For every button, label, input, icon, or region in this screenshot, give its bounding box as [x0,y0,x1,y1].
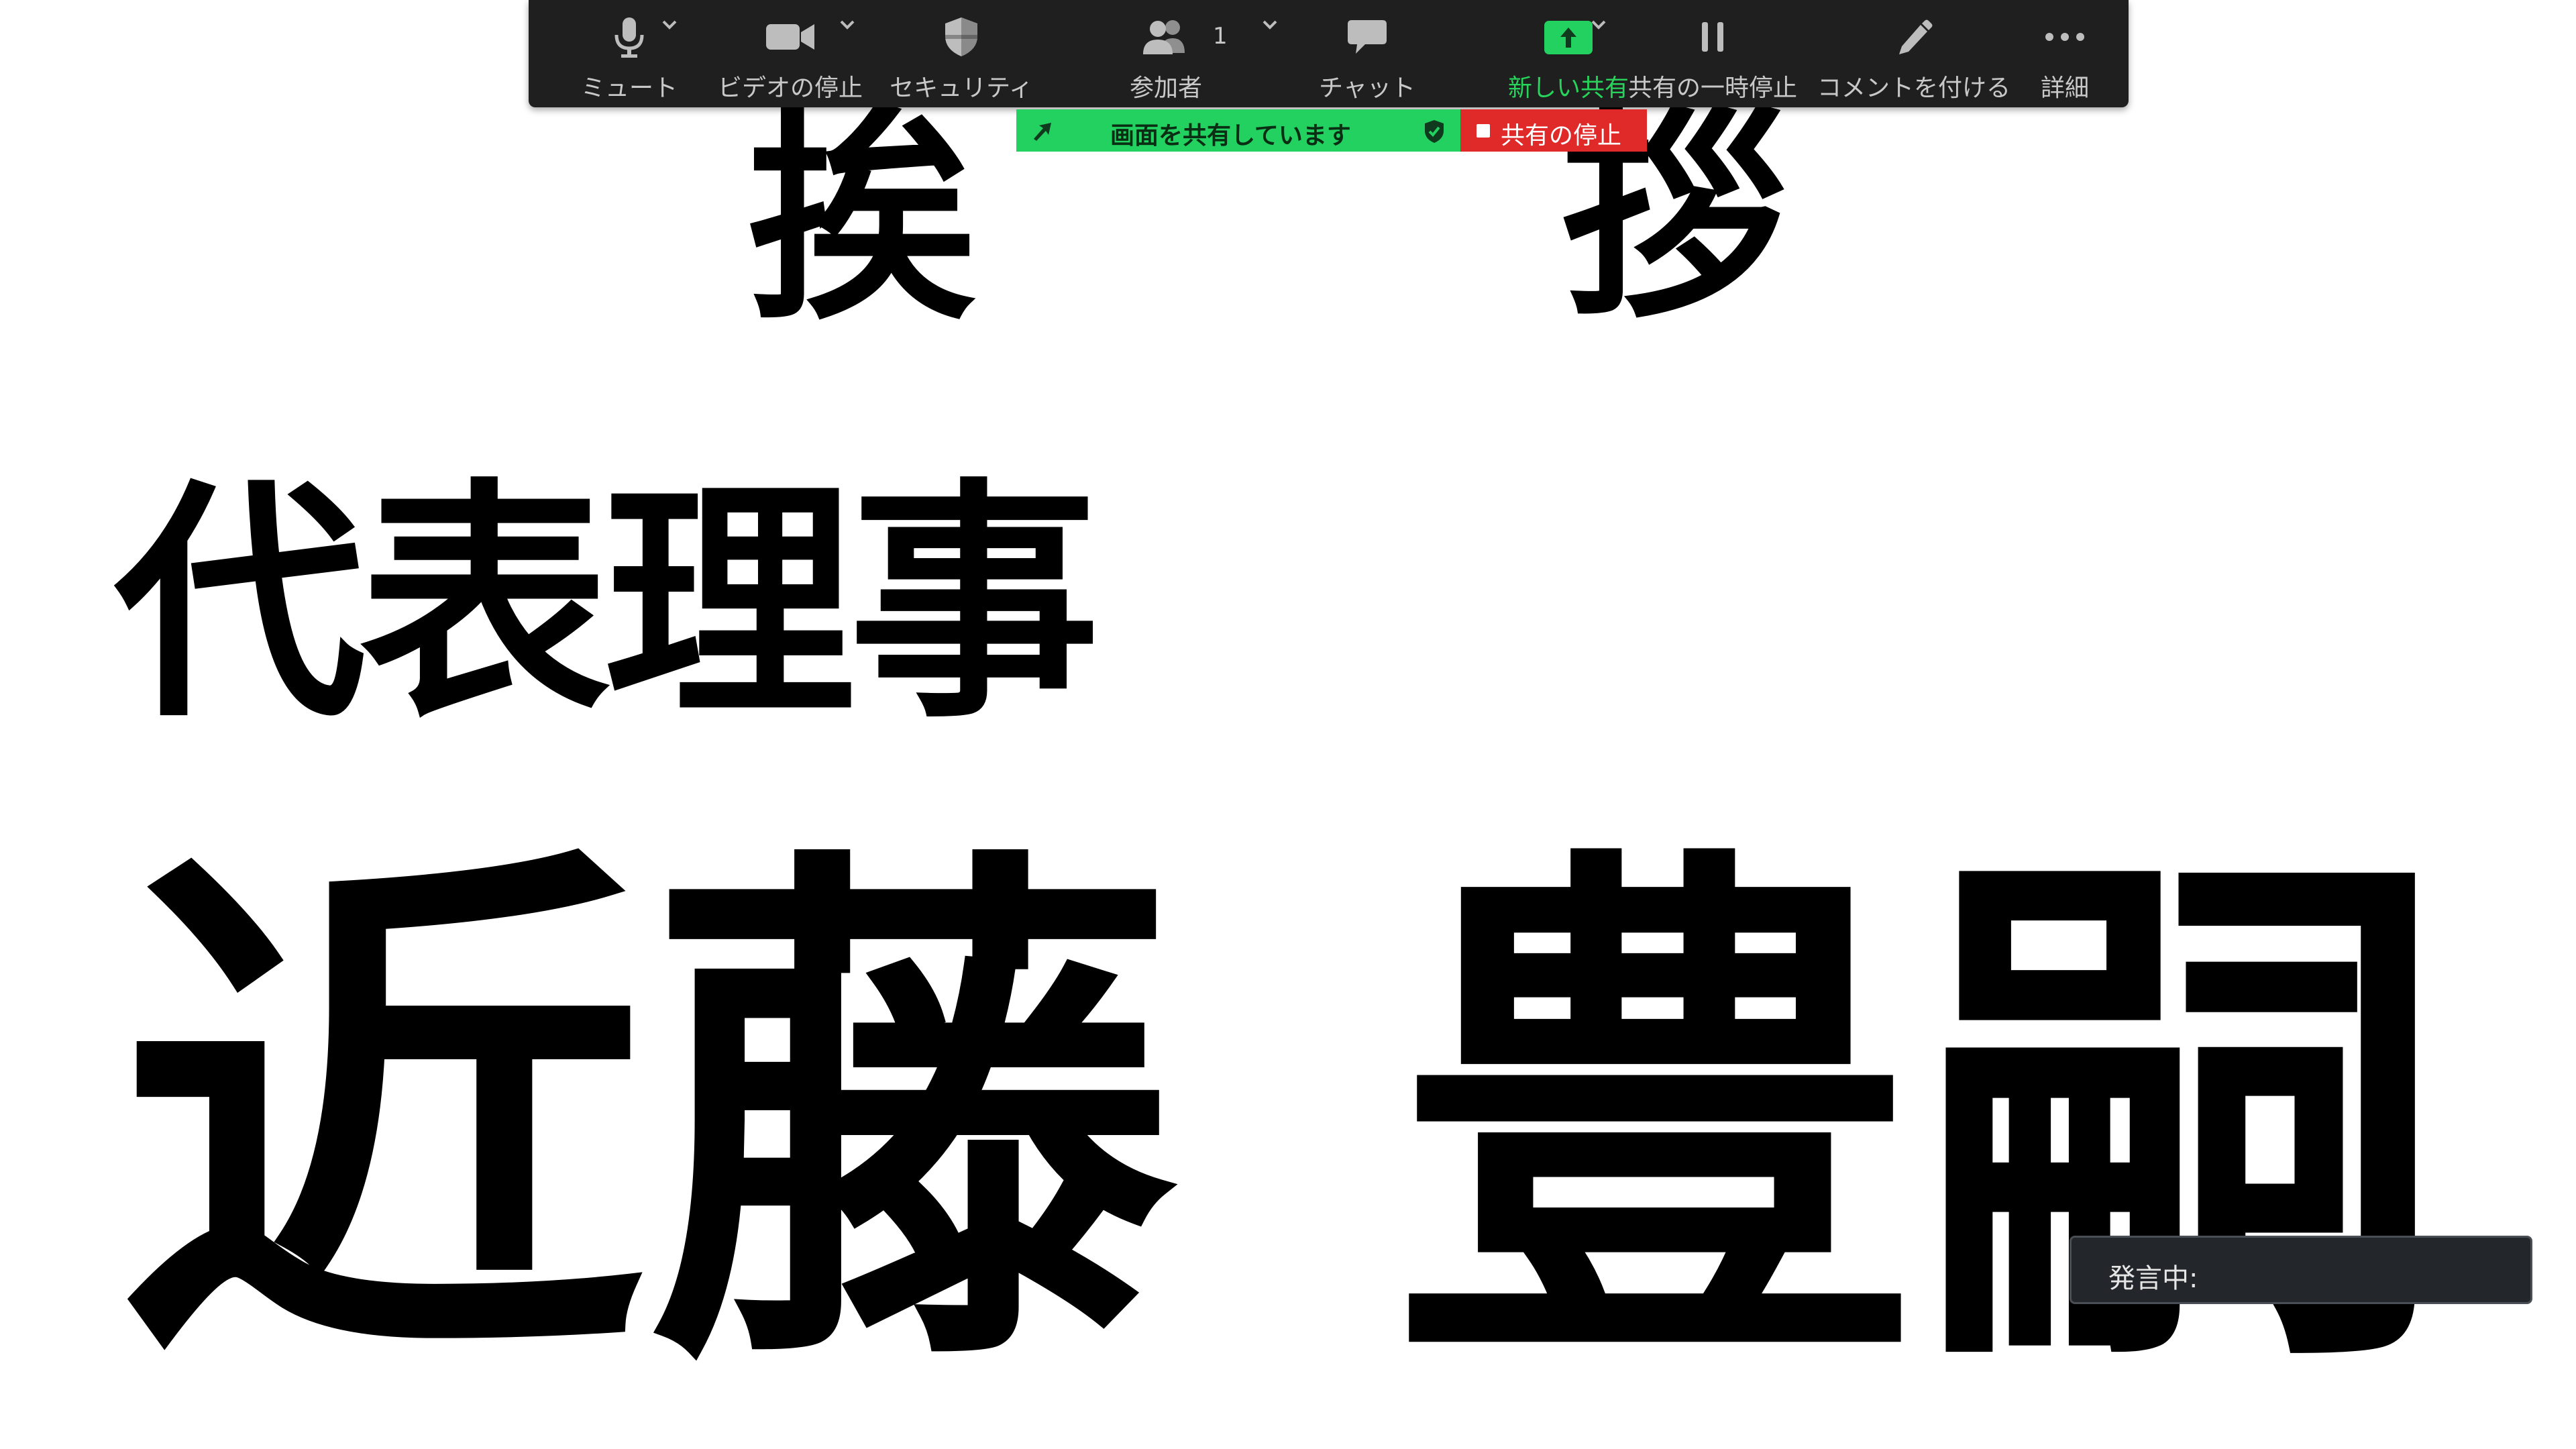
annotate-label: コメントを付ける [1817,74,2011,102]
chevron-down-icon[interactable] [1260,15,1280,35]
chat-label: チャット [1319,74,1415,102]
more-button[interactable]: 詳細 [2011,0,2118,107]
pause-icon [1686,15,1739,59]
video-camera-icon [763,15,817,59]
sharing-status-text: 画面を共有しています [1110,122,1351,150]
stop-video-label: ビデオの停止 [717,74,863,102]
stop-share-label: 共有の停止 [1501,122,1622,150]
share-arrow-up-icon [1542,15,1595,59]
sharing-status-banner[interactable]: 画面を共有しています [1016,109,1460,152]
new-share-button[interactable]: 新しい共有 [1495,0,1642,107]
slide-role-title: 代表理事 [114,459,1100,751]
meeting-toolbar: ミュート ビデオの停止 セキュリティ 参加者 1 チャット 新しい共有 共有の一… [529,0,2129,107]
chevron-down-icon[interactable] [837,15,857,35]
speech-bubble-icon [1340,15,1394,59]
shield-check-icon [1423,119,1446,144]
more-label: 詳細 [2040,74,2090,102]
pause-share-label: 共有の一時停止 [1627,74,1798,102]
stop-square-icon [1477,124,1490,138]
shared-screen: 挨 拶 代表理事 近藤 豊嗣 ミュート ビデオの停止 セキュリティ 参加者 1 … [0,0,2576,1449]
participants-count: 1 [1213,23,1228,50]
chat-button[interactable]: チャット [1300,0,1434,107]
security-button[interactable]: セキュリティ [890,0,1033,107]
share-arrow-icon [1028,119,1055,143]
ellipsis-icon [2038,15,2092,59]
slide-family-name: 近藤 [117,812,1177,1428]
chevron-down-icon[interactable] [659,15,680,35]
participants-label: 参加者 [1129,74,1203,102]
mute-label: ミュート [580,74,678,102]
pause-share-button[interactable]: 共有の一時停止 [1622,0,1803,107]
stop-share-button[interactable]: 共有の停止 [1460,109,1647,152]
pencil-icon [1887,15,1941,59]
slide-given-name: 豊嗣 [1389,812,2449,1428]
microphone-icon [602,15,656,59]
people-icon [1139,15,1193,59]
chevron-down-icon[interactable] [1589,15,1609,35]
slide-greeting-left: 挨 [748,85,976,351]
shield-icon [934,15,988,59]
new-share-label: 新しい共有 [1507,74,1629,102]
security-label: セキュリティ [890,74,1033,102]
active-speaker-panel[interactable]: 発言中: [2070,1236,2532,1304]
participants-button[interactable]: 参加者 [1099,0,1233,107]
annotate-button[interactable]: コメントを付ける [1817,0,2011,107]
active-speaker-label: 発言中: [2108,1263,2198,1294]
